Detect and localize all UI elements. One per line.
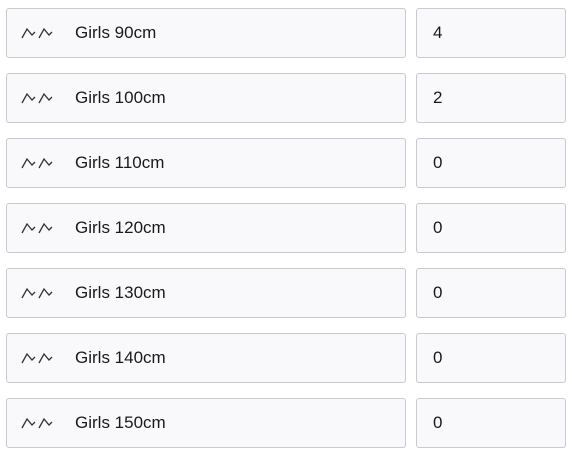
quantity-value: 0 [433, 283, 443, 302]
size-label: Girls 110cm [75, 153, 165, 172]
size-label: Girls 90cm [75, 23, 157, 42]
size-label-field[interactable]: Girls 90cm [6, 8, 406, 58]
grip-icon[interactable] [21, 153, 57, 173]
quantity-input[interactable]: 2 [416, 73, 566, 123]
size-label-field[interactable]: Girls 150cm [6, 398, 406, 448]
size-label: Girls 100cm [75, 88, 166, 107]
grip-icon[interactable] [21, 218, 57, 238]
quantity-input[interactable]: 0 [416, 268, 566, 318]
grip-icon[interactable] [21, 413, 57, 433]
quantity-input[interactable]: 0 [416, 138, 566, 188]
quantity-value: 2 [433, 88, 443, 107]
size-label-field[interactable]: Girls 100cm [6, 73, 406, 123]
size-label-field[interactable]: Girls 120cm [6, 203, 406, 253]
size-label: Girls 140cm [75, 348, 166, 367]
quantity-value: 0 [433, 218, 443, 237]
size-quantity-list: Girls 90cm 4 Girls 100cm 2 Girls 110cm 0 [0, 0, 572, 456]
quantity-input[interactable]: 0 [416, 203, 566, 253]
size-row: Girls 130cm 0 [6, 268, 566, 318]
size-label: Girls 130cm [75, 283, 166, 302]
size-label-field[interactable]: Girls 140cm [6, 333, 406, 383]
size-label-field[interactable]: Girls 110cm [6, 138, 406, 188]
quantity-input[interactable]: 4 [416, 8, 566, 58]
size-label-field[interactable]: Girls 130cm [6, 268, 406, 318]
quantity-input[interactable]: 0 [416, 333, 566, 383]
quantity-value: 0 [433, 153, 443, 172]
quantity-value: 0 [433, 413, 443, 432]
size-row: Girls 90cm 4 [6, 8, 566, 58]
size-row: Girls 120cm 0 [6, 203, 566, 253]
quantity-value: 0 [433, 348, 443, 367]
quantity-input[interactable]: 0 [416, 398, 566, 448]
grip-icon[interactable] [21, 88, 57, 108]
size-row: Girls 100cm 2 [6, 73, 566, 123]
size-label: Girls 120cm [75, 218, 166, 237]
size-row: Girls 150cm 0 [6, 398, 566, 448]
size-row: Girls 110cm 0 [6, 138, 566, 188]
grip-icon[interactable] [21, 23, 57, 43]
grip-icon[interactable] [21, 283, 57, 303]
grip-icon[interactable] [21, 348, 57, 368]
quantity-value: 4 [433, 23, 443, 42]
size-row: Girls 140cm 0 [6, 333, 566, 383]
size-label: Girls 150cm [75, 413, 166, 432]
